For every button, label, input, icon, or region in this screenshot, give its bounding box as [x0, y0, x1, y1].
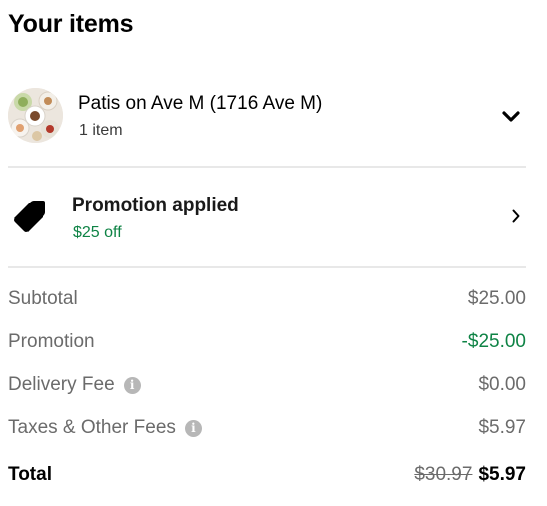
- promotion-detail: $25 off: [73, 224, 122, 241]
- chevron-down-icon[interactable]: [502, 111, 520, 123]
- divider: [8, 166, 526, 168]
- taxes-label: Taxes & Other Fees: [8, 417, 176, 438]
- store-name: Patis on Ave M (1716 Ave M): [78, 93, 323, 114]
- taxes-value: $5.97: [478, 417, 526, 438]
- store-row[interactable]: Patis on Ave M (1716 Ave M) 1 item: [8, 86, 526, 150]
- food-thumbnail-icon: [8, 88, 63, 143]
- delivery-fee-label: Delivery Fee: [8, 374, 115, 395]
- promotion-row[interactable]: Promotion applied $25 off: [8, 188, 526, 248]
- promotion-value: -$25.00: [461, 331, 526, 352]
- subtotal-row: Subtotal $25.00: [8, 288, 526, 314]
- subtotal-label: Subtotal: [8, 288, 78, 309]
- delivery-fee-row: Delivery Fee i $0.00: [8, 374, 526, 400]
- taxes-label-wrap: Taxes & Other Fees i: [8, 417, 202, 439]
- chevron-right-icon[interactable]: [512, 209, 520, 223]
- total-original-price: $30.97: [414, 464, 473, 485]
- subtotal-value: $25.00: [467, 288, 526, 309]
- delivery-fee-value: $0.00: [478, 374, 526, 395]
- total-row: Total $30.97 $5.97: [8, 464, 526, 490]
- taxes-row: Taxes & Other Fees i $5.97: [8, 417, 526, 443]
- info-icon[interactable]: i: [123, 377, 141, 394]
- promotion-summary-row: Promotion -$25.00: [8, 331, 526, 357]
- store-item-count: 1 item: [79, 122, 123, 139]
- divider: [8, 266, 526, 268]
- total-value-wrap: $30.97 $5.97: [414, 464, 526, 486]
- page-title: Your items: [8, 10, 134, 38]
- total-label: Total: [8, 464, 52, 485]
- info-icon[interactable]: i: [184, 420, 202, 437]
- store-avatar: [8, 88, 63, 143]
- delivery-fee-label-wrap: Delivery Fee i: [8, 374, 141, 396]
- promotion-title: Promotion applied: [72, 195, 239, 216]
- total-price: $5.97: [478, 464, 526, 485]
- promotion-label: Promotion: [8, 331, 95, 352]
- tag-icon: [14, 201, 45, 232]
